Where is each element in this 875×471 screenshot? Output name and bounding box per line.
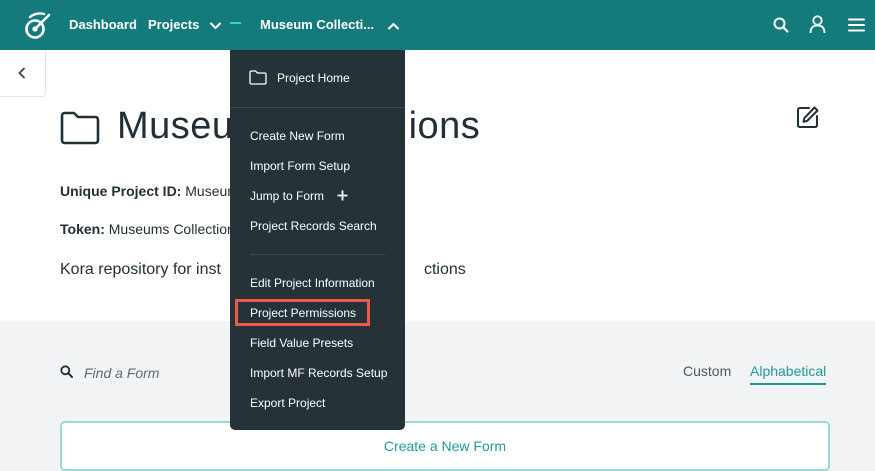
- project-dropdown-menu: Project Home Create New Form Import Form…: [230, 50, 405, 430]
- menu-item-jump-to-form[interactable]: Jump to Form: [250, 189, 348, 203]
- menu-item-import-form-setup[interactable]: Import Form Setup: [250, 159, 350, 173]
- top-nav-bar: Dashboard Projects Museum Collecti...: [0, 0, 875, 50]
- menu-item-project-records-search[interactable]: Project Records Search: [250, 219, 377, 233]
- menu-item-field-value-presets[interactable]: Field Value Presets: [250, 336, 353, 350]
- nav-projects-label: Projects: [148, 17, 200, 32]
- chevron-down-icon: [209, 22, 221, 29]
- nav-dashboard-link[interactable]: Dashboard: [69, 17, 137, 32]
- project-token-value: Museums Collection: [108, 221, 235, 237]
- user-icon[interactable]: [809, 15, 826, 34]
- project-id-line: Unique Project ID: Museum: [60, 183, 239, 199]
- project-token-line: Token: Museums Collection: [60, 221, 235, 237]
- menu-icon[interactable]: [848, 18, 865, 32]
- chevron-up-icon: [387, 22, 399, 30]
- project-description-right: ctions: [423, 261, 466, 278]
- nav-current-project-label: Museum Collecti...: [260, 17, 375, 32]
- search-icon: [60, 365, 73, 378]
- plus-icon: [337, 190, 348, 201]
- page-title-right: ions: [408, 105, 481, 147]
- menu-item-import-mf-records-setup[interactable]: Import MF Records Setup: [250, 366, 387, 380]
- breadcrumb-separator: [230, 22, 241, 24]
- menu-item-project-home[interactable]: Project Home: [277, 71, 350, 85]
- highlight-annotation-box: [235, 299, 370, 326]
- sort-custom-tab[interactable]: Custom: [683, 363, 731, 379]
- folder-icon: [60, 111, 100, 145]
- menu-item-export-project[interactable]: Export Project: [250, 396, 325, 410]
- menu-divider: [250, 254, 385, 255]
- kora-logo-icon[interactable]: [22, 11, 52, 41]
- search-icon[interactable]: [773, 17, 789, 33]
- menu-divider: [230, 107, 405, 108]
- project-token-label: Token:: [60, 221, 105, 237]
- edit-icon[interactable]: [796, 105, 820, 129]
- folder-icon: [249, 70, 267, 85]
- create-new-form-button[interactable]: Create a New Form: [60, 421, 830, 471]
- menu-item-jump-to-form-label: Jump to Form: [250, 189, 325, 203]
- project-id-label: Unique Project ID:: [60, 183, 182, 199]
- project-description-left: Kora repository for inst: [60, 261, 221, 278]
- page-title-left: Museu: [117, 105, 234, 147]
- menu-item-create-new-form[interactable]: Create New Form: [250, 129, 345, 143]
- nav-current-project-menu[interactable]: Museum Collecti...: [260, 17, 399, 32]
- sort-alphabetical-tab[interactable]: Alphabetical: [750, 363, 827, 385]
- nav-projects-menu[interactable]: Projects: [148, 17, 221, 32]
- collapse-sidebar-button[interactable]: [0, 50, 46, 97]
- chevron-left-icon: [18, 67, 25, 79]
- menu-item-edit-project-information[interactable]: Edit Project Information: [250, 276, 375, 290]
